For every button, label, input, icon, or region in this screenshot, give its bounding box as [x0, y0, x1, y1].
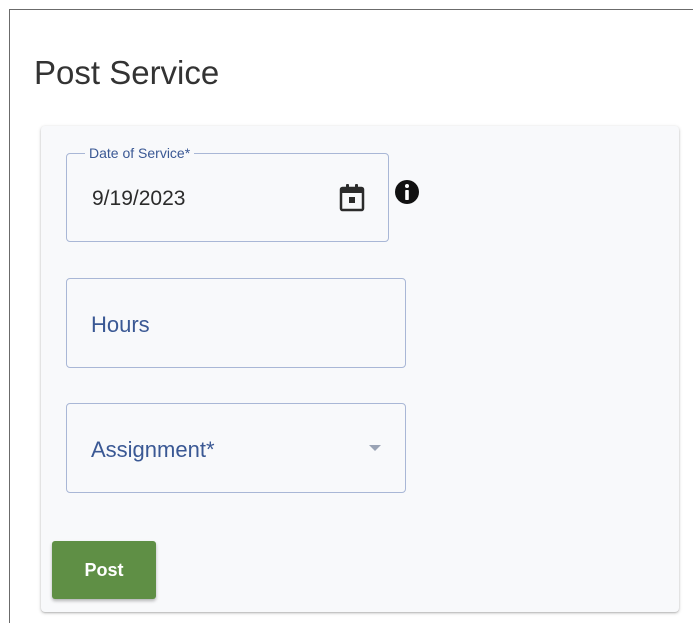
info-icon[interactable] — [392, 177, 422, 207]
date-of-service-field[interactable]: Date of Service* 9/19/2023 — [66, 145, 389, 242]
hours-input[interactable]: Hours — [66, 278, 406, 368]
assignment-placeholder: Assignment* — [91, 437, 215, 462]
app-frame: Post Service Date of Service* 9/19/2023 … — [9, 9, 693, 623]
date-of-service-label: Date of Service* — [85, 145, 195, 161]
post-button[interactable]: Post — [52, 541, 156, 599]
service-form-card: Date of Service* 9/19/2023 Hours Assignm… — [41, 126, 679, 612]
calendar-icon[interactable] — [338, 182, 366, 212]
assignment-select[interactable]: Assignment* — [66, 403, 406, 493]
date-of-service-value[interactable]: 9/19/2023 — [92, 187, 185, 211]
hours-placeholder: Hours — [91, 312, 150, 337]
page-title: Post Service — [34, 54, 220, 91]
chevron-down-icon[interactable] — [369, 445, 381, 451]
